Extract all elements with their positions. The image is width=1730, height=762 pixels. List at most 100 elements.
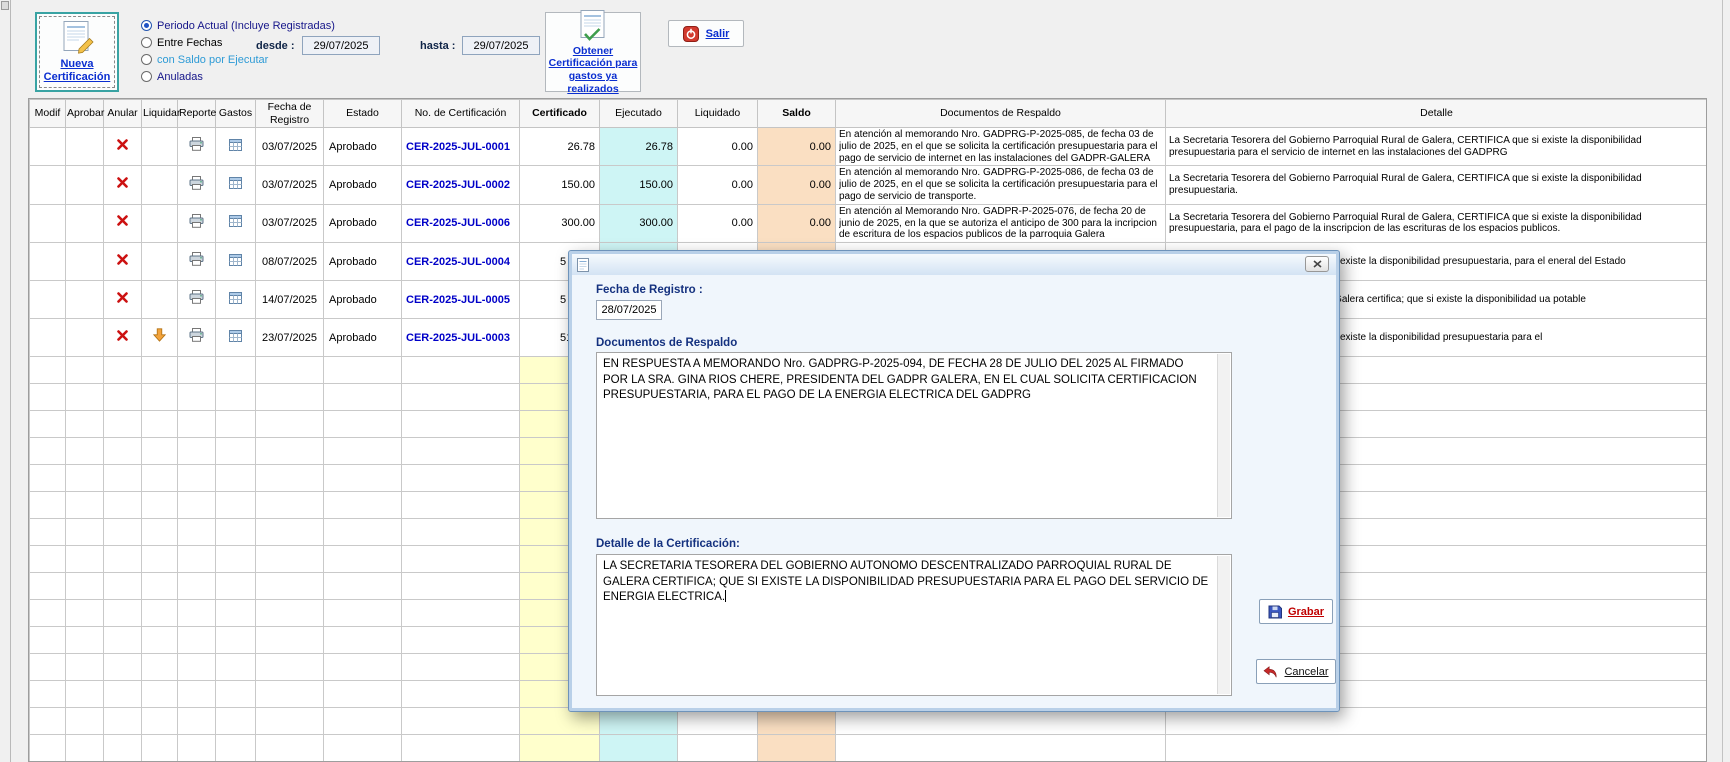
anular-cell[interactable] [104,166,142,204]
gastos-grid-icon[interactable] [229,215,242,227]
gastos-grid-icon[interactable] [229,254,242,266]
anular-cell[interactable] [104,319,142,357]
certification-number[interactable]: CER-2025-JUL-0006 [402,204,520,242]
gastos-cell[interactable] [216,128,256,166]
panel-grip[interactable] [1,1,9,10]
printer-icon[interactable] [189,328,204,342]
column-header[interactable]: Ejecutado [600,100,678,128]
reporte-cell[interactable] [178,319,216,357]
liquidar-cell[interactable] [142,319,178,357]
aprobar-cell[interactable] [66,281,104,319]
column-header[interactable]: Certificado [520,100,600,128]
gastos-cell[interactable] [216,243,256,281]
radio-anuladas[interactable]: Anuladas [141,68,335,85]
aprobar-cell[interactable] [66,319,104,357]
anular-cell[interactable] [104,281,142,319]
desde-date-input[interactable]: 29/07/2025 [302,36,380,55]
documentos-respaldo-textarea[interactable]: EN RESPUESTA A MEMORANDO Nro. GADPRG-P-2… [596,352,1232,519]
gastos-cell[interactable] [216,281,256,319]
modif-cell[interactable] [30,166,66,204]
column-header[interactable]: Reporte [178,100,216,128]
radio-periodo-actual[interactable]: Periodo Actual (Incluye Registradas) [141,17,335,34]
liquidar-cell[interactable] [142,166,178,204]
reporte-cell[interactable] [178,166,216,204]
liquidar-cell[interactable] [142,243,178,281]
obtener-certificacion-button[interactable]: Obtener Certificación para gastos ya rea… [545,12,641,92]
anular-x-icon[interactable] [116,291,129,304]
gastos-cell[interactable] [216,166,256,204]
liquidar-cell[interactable] [142,128,178,166]
modif-cell [30,465,66,492]
column-header[interactable]: Estado [324,100,402,128]
column-header[interactable]: Documentos de Respaldo [836,100,1166,128]
hasta-date-input[interactable]: 29/07/2025 [462,36,540,55]
table-row[interactable]: 03/07/2025AprobadoCER-2025-JUL-0006300.0… [30,204,1708,242]
fecha-registro-input[interactable]: 28/07/2025 [596,300,662,320]
dialog-close-button[interactable] [1305,256,1329,272]
detalle-cell: La Secretaria Tesorera del Gobierno Parr… [1166,128,1708,166]
liquidar-down-arrow-icon[interactable] [153,328,166,342]
anular-x-icon[interactable] [116,253,129,266]
reporte-cell[interactable] [178,243,216,281]
printer-icon[interactable] [189,176,204,190]
gastos-cell[interactable] [216,319,256,357]
table-row[interactable]: 03/07/2025AprobadoCER-2025-JUL-0002150.0… [30,166,1708,204]
aprobar-cell[interactable] [66,166,104,204]
gastos-grid-icon[interactable] [229,330,242,342]
column-header[interactable]: Liquidar [142,100,178,128]
column-header[interactable]: Liquidado [678,100,758,128]
aprobar-cell[interactable] [66,204,104,242]
gastos-grid-icon[interactable] [229,139,242,151]
modif-cell[interactable] [30,243,66,281]
anular-cell[interactable] [104,204,142,242]
certification-number[interactable]: CER-2025-JUL-0003 [402,319,520,357]
gastos-cell[interactable] [216,204,256,242]
printer-icon[interactable] [189,214,204,228]
reporte-cell[interactable] [178,204,216,242]
nueva-certificacion-button[interactable]: Nueva Certificación [35,12,119,92]
modif-cell[interactable] [30,319,66,357]
column-header[interactable]: No. de Certificación [402,100,520,128]
anular-x-icon[interactable] [116,214,129,227]
printer-icon[interactable] [189,252,204,266]
liquidar-cell[interactable] [142,204,178,242]
textarea-scrollbar[interactable] [1217,354,1230,517]
reporte-cell[interactable] [178,128,216,166]
gastos-grid-icon[interactable] [229,177,242,189]
anular-x-icon[interactable] [116,176,129,189]
gastos-grid-icon[interactable] [229,292,242,304]
aprobar-cell[interactable] [66,243,104,281]
textarea-scrollbar[interactable] [1217,556,1230,694]
modif-cell[interactable] [30,204,66,242]
printer-icon[interactable] [189,137,204,151]
aprobar-cell[interactable] [66,128,104,166]
reporte-cell[interactable] [178,281,216,319]
certification-number[interactable]: CER-2025-JUL-0002 [402,166,520,204]
modif-cell[interactable] [30,281,66,319]
column-header[interactable]: Anular [104,100,142,128]
printer-icon[interactable] [189,290,204,304]
reporte-cell [178,492,216,519]
salir-button[interactable]: Salir [668,20,744,47]
column-header[interactable]: Aprobar [66,100,104,128]
anular-x-icon[interactable] [116,138,129,151]
column-header[interactable]: Detalle [1166,100,1708,128]
anular-cell[interactable] [104,243,142,281]
anular-cell[interactable] [104,128,142,166]
column-header[interactable]: Gastos [216,100,256,128]
cancelar-button[interactable]: Cancelar [1256,659,1336,684]
certification-number[interactable]: CER-2025-JUL-0005 [402,281,520,319]
certification-number[interactable]: CER-2025-JUL-0004 [402,243,520,281]
grabar-button[interactable]: Grabar [1259,599,1333,624]
liquidar-cell[interactable] [142,281,178,319]
column-header[interactable]: Modif [30,100,66,128]
dialog-titlebar[interactable] [572,254,1336,275]
column-header[interactable]: Saldo [758,100,836,128]
modif-cell [30,438,66,465]
certification-number[interactable]: CER-2025-JUL-0001 [402,128,520,166]
modif-cell[interactable] [30,128,66,166]
column-header[interactable]: Fecha de Registro [256,100,324,128]
detalle-certificacion-textarea[interactable]: LA SECRETARIA TESORERA DEL GOBIERNO AUTO… [596,554,1232,696]
anular-x-icon[interactable] [116,329,129,342]
table-row[interactable]: 03/07/2025AprobadoCER-2025-JUL-000126.78… [30,128,1708,166]
